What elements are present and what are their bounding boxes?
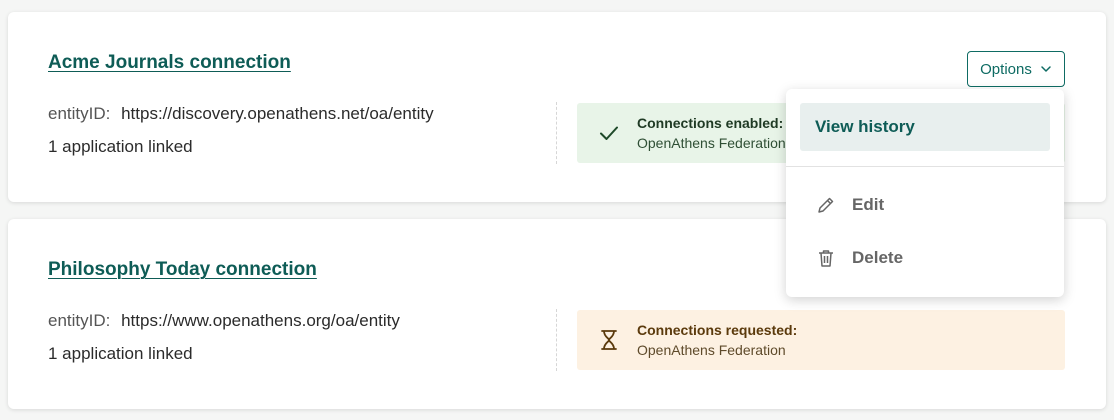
connection-title-link[interactable]: Acme Journals connection: [48, 52, 291, 74]
status-subtitle: OpenAthens Federation: [637, 135, 786, 151]
edit-menu-item[interactable]: Edit: [800, 181, 1050, 229]
menu-item-label: View history: [815, 117, 915, 136]
pencil-icon: [818, 197, 834, 213]
chevron-down-icon: [1041, 66, 1051, 72]
status-banner: Connections requested: OpenAthens Federa…: [577, 310, 1065, 370]
menu-divider: [786, 166, 1064, 167]
entity-id-value: https://discovery.openathens.net/oa/enti…: [121, 104, 434, 123]
view-history-menu-item[interactable]: View history: [800, 103, 1050, 151]
status-title: Connections requested:: [637, 322, 798, 338]
entity-id-value: https://www.openathens.org/oa/entity: [121, 311, 400, 330]
entity-id-label: entityID:: [48, 104, 111, 123]
options-button-label: Options: [980, 60, 1032, 78]
hourglass-icon: [601, 330, 617, 350]
connection-meta: entityID: https://www.openathens.org/oa/…: [48, 304, 400, 370]
entity-id-label: entityID:: [48, 311, 111, 330]
applications-linked: 1 application linked: [48, 137, 193, 156]
divider: [556, 102, 557, 164]
entity-id-row: entityID: https://discovery.openathens.n…: [48, 97, 434, 130]
check-icon: [600, 126, 618, 140]
options-button[interactable]: Options: [967, 51, 1065, 87]
applications-linked: 1 application linked: [48, 344, 193, 363]
delete-menu-item[interactable]: Delete: [800, 234, 1050, 282]
menu-item-label: Edit: [852, 195, 885, 214]
options-menu: View history Edit Delete: [786, 89, 1064, 297]
trash-icon: [819, 250, 833, 267]
connection-meta: entityID: https://discovery.openathens.n…: [48, 97, 434, 163]
divider: [556, 309, 557, 371]
status-title: Connections enabled:: [637, 115, 784, 131]
status-subtitle: OpenAthens Federation: [637, 342, 786, 358]
connection-title-link[interactable]: Philosophy Today connection: [48, 259, 317, 281]
menu-item-label: Delete: [852, 248, 904, 267]
entity-id-row: entityID: https://www.openathens.org/oa/…: [48, 304, 400, 337]
